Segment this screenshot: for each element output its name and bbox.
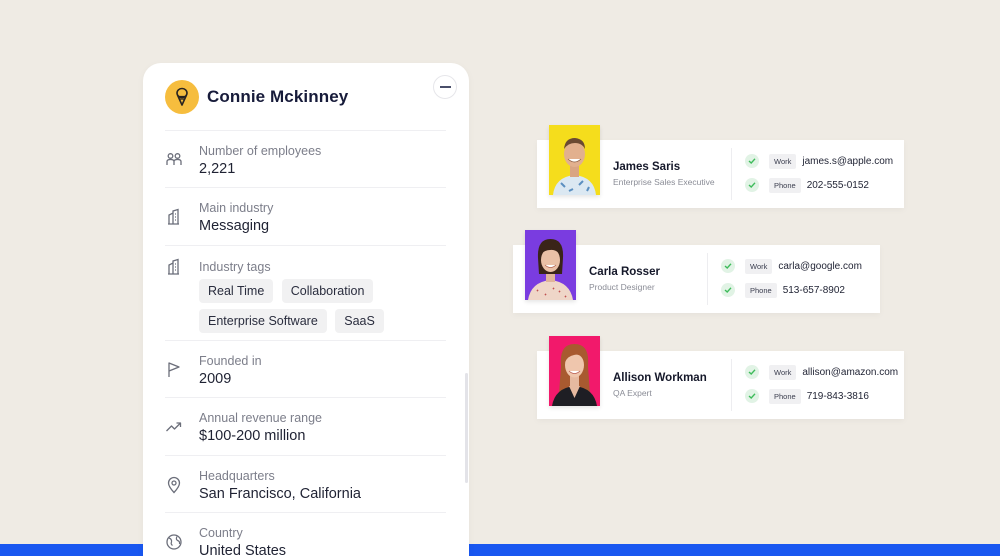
building-icon [168, 208, 179, 225]
email-value[interactable]: allison@amazon.com [802, 367, 898, 378]
globe-icon [166, 534, 182, 550]
phone-chip: Phone [769, 177, 801, 193]
panel-header: Connie Mckinney [165, 80, 348, 114]
company-logo [165, 80, 199, 114]
contact-card[interactable]: Allison Workman QA Expert Work allison@a… [537, 336, 904, 419]
contact-title: Enterprise Sales Executive [613, 177, 715, 187]
field-value: 2009 [199, 371, 232, 387]
field-headquarters: Headquarters San Francisco, California [165, 455, 446, 512]
work-chip: Work [769, 364, 797, 380]
check-icon [721, 259, 735, 273]
contact-name: Carla Rosser [589, 266, 660, 278]
scrollbar[interactable] [465, 373, 468, 483]
ice-cream-icon [176, 87, 188, 106]
contact-title: Product Designer [589, 282, 655, 292]
building-icon [168, 258, 179, 275]
company-panel: Connie Mckinney Number of employees 2,22… [143, 63, 469, 556]
email-value[interactable]: james.s@apple.com [802, 156, 893, 167]
flag-icon [168, 362, 180, 377]
trend-up-icon [166, 422, 182, 432]
field-label: Industry tags [199, 260, 271, 274]
tag-list: Real Time Collaboration Enterprise Softw… [199, 279, 439, 339]
field-label: Founded in [199, 354, 262, 368]
work-chip: Work [745, 258, 773, 274]
field-revenue: Annual revenue range $100-200 million [165, 397, 446, 455]
contact-work-line: Work carla@google.com [721, 258, 862, 274]
divider [731, 148, 732, 200]
contact-name: James Saris [613, 161, 681, 173]
field-employees: Number of employees 2,221 [165, 130, 446, 187]
field-value: United States [199, 543, 287, 556]
email-value[interactable]: carla@google.com [778, 261, 862, 272]
contact-phone-line: Phone 719-843-3816 [745, 388, 869, 404]
field-founded: Founded in 2009 [165, 340, 446, 397]
contact-phone-line: Phone 202-555-0152 [745, 177, 869, 193]
field-value: 2,221 [199, 161, 236, 177]
contact-name: Allison Workman [613, 372, 707, 384]
contact-card[interactable]: Carla Rosser Product Designer Work carla… [513, 230, 880, 313]
phone-chip: Phone [769, 388, 801, 404]
check-icon [745, 365, 759, 379]
divider [707, 253, 708, 305]
field-label: Annual revenue range [199, 411, 323, 425]
phone-value[interactable]: 719-843-3816 [807, 391, 869, 402]
phone-value[interactable]: 202-555-0152 [807, 180, 869, 191]
check-icon [721, 283, 735, 297]
avatar [525, 230, 576, 300]
contact-work-line: Work allison@amazon.com [745, 364, 898, 380]
check-icon [745, 389, 759, 403]
contact-phone-line: Phone 513-657-8902 [721, 282, 845, 298]
work-chip: Work [769, 153, 797, 169]
tag-chip[interactable]: Real Time [199, 279, 274, 303]
divider [731, 359, 732, 411]
field-main-industry: Main industry Messaging [165, 187, 446, 245]
field-label: Headquarters [199, 469, 275, 483]
tag-chip[interactable]: Collaboration [281, 279, 374, 303]
field-industry-tags: Industry tags Real Time Collaboration En… [165, 245, 446, 340]
check-icon [745, 178, 759, 192]
contact-card[interactable]: James Saris Enterprise Sales Executive W… [537, 125, 904, 208]
contact-work-line: Work james.s@apple.com [745, 153, 893, 169]
field-value: Messaging [199, 218, 270, 234]
field-label: Number of employees [199, 144, 322, 158]
location-pin-icon [167, 476, 181, 494]
people-icon [166, 153, 182, 165]
tag-chip[interactable]: SaaS [335, 309, 384, 333]
contact-title: QA Expert [613, 388, 652, 398]
field-value: San Francisco, California [199, 486, 361, 502]
phone-value[interactable]: 513-657-8902 [783, 285, 845, 296]
field-label: Main industry [199, 201, 274, 215]
minus-icon [439, 86, 451, 88]
company-name: Connie Mckinney [207, 87, 349, 106]
field-label: Country [199, 526, 243, 540]
phone-chip: Phone [745, 282, 777, 298]
tag-chip[interactable]: Enterprise Software [199, 309, 327, 333]
avatar [549, 336, 600, 406]
collapse-button[interactable] [433, 75, 457, 99]
avatar [549, 125, 600, 195]
field-value: $100-200 million [199, 428, 306, 444]
field-country: Country United States [165, 512, 446, 556]
check-icon [745, 154, 759, 168]
